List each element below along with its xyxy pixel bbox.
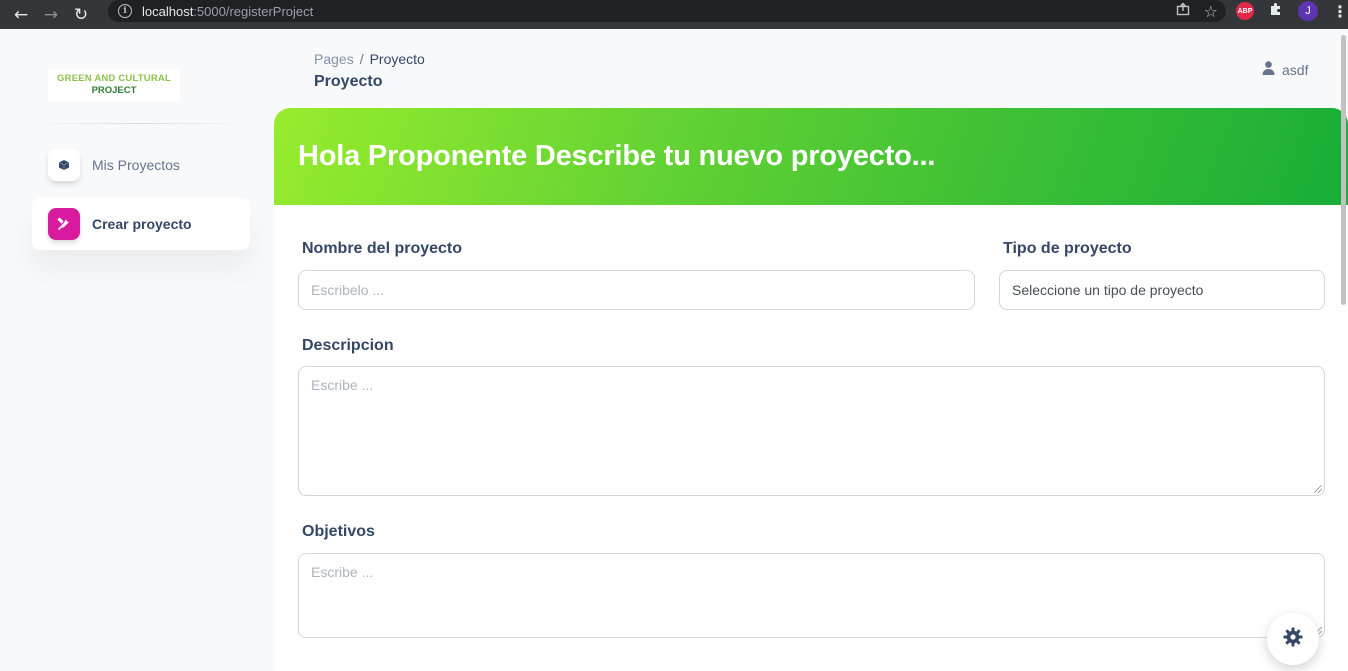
forward-icon[interactable]: → bbox=[36, 0, 66, 29]
address-bar[interactable]: i localhost:5000/registerProject ☆ bbox=[108, 0, 1226, 22]
sidebar: GREEN AND CULTURAL PROJECT Mis Proyectos… bbox=[0, 29, 274, 671]
breadcrumb-current: Proyecto bbox=[369, 51, 425, 67]
project-type-select[interactable]: Seleccione un tipo de proyecto bbox=[999, 270, 1325, 310]
user-icon bbox=[1262, 61, 1275, 78]
browser-menu-icon[interactable]: ⋮ bbox=[1332, 2, 1348, 21]
sidebar-item-label: Mis Proyectos bbox=[92, 157, 180, 173]
info-icon[interactable]: i bbox=[118, 4, 132, 18]
extensions-puzzle-icon[interactable] bbox=[1268, 1, 1284, 21]
project-name-input[interactable]: Escribelo ... bbox=[298, 270, 975, 310]
adblock-extension-icon[interactable]: ABP bbox=[1236, 2, 1254, 20]
description-placeholder: Escribe ... bbox=[311, 377, 374, 393]
sidebar-divider bbox=[32, 123, 250, 124]
user-name: asdf bbox=[1282, 61, 1309, 78]
bookmark-star-icon[interactable]: ☆ bbox=[1204, 2, 1218, 21]
breadcrumb-separator: / bbox=[359, 51, 364, 67]
description-textarea[interactable]: Escribe ... bbox=[298, 366, 1325, 496]
reload-icon[interactable]: ↻ bbox=[66, 0, 96, 29]
breadcrumb: Pages / Proyecto bbox=[314, 51, 425, 67]
sidebar-item-mis-proyectos[interactable]: Mis Proyectos bbox=[32, 139, 250, 191]
brand-logo[interactable]: GREEN AND CULTURAL PROJECT bbox=[48, 69, 180, 101]
user-menu[interactable]: asdf bbox=[1262, 61, 1308, 78]
settings-gear-button[interactable] bbox=[1267, 613, 1319, 665]
create-project-card: Hola Proponente Describe tu nuevo proyec… bbox=[274, 108, 1348, 671]
breadcrumb-root-link[interactable]: Pages bbox=[314, 51, 354, 67]
project-type-label: Tipo de proyecto bbox=[1003, 240, 1132, 257]
page-scrollbar[interactable] bbox=[1341, 35, 1346, 305]
description-label: Descripcion bbox=[302, 337, 394, 354]
card-header: Hola Proponente Describe tu nuevo proyec… bbox=[274, 108, 1348, 205]
card-heading: Hola Proponente Describe tu nuevo proyec… bbox=[298, 140, 936, 172]
box-icon bbox=[48, 149, 80, 181]
page-title: Proyecto bbox=[314, 73, 383, 90]
resize-handle-icon[interactable] bbox=[1314, 485, 1322, 493]
tools-icon bbox=[48, 208, 80, 240]
objectives-textarea[interactable]: Escribe ... bbox=[298, 553, 1325, 638]
objectives-label: Objetivos bbox=[302, 523, 375, 540]
objectives-placeholder: Escribe ... bbox=[311, 564, 374, 580]
back-icon[interactable]: ← bbox=[6, 0, 36, 29]
profile-avatar[interactable]: J bbox=[1298, 1, 1318, 21]
gear-icon bbox=[1283, 627, 1303, 651]
sidebar-item-label: Crear proyecto bbox=[92, 216, 192, 232]
share-icon[interactable] bbox=[1176, 2, 1190, 20]
sidebar-item-crear-proyecto[interactable]: Crear proyecto bbox=[32, 198, 250, 250]
browser-toolbar: ← → ↻ i localhost:5000/registerProject ☆… bbox=[0, 0, 1348, 29]
url-host: localhost bbox=[142, 3, 194, 19]
url-path: :5000/registerProject bbox=[193, 3, 314, 19]
project-name-label: Nombre del proyecto bbox=[302, 240, 463, 257]
